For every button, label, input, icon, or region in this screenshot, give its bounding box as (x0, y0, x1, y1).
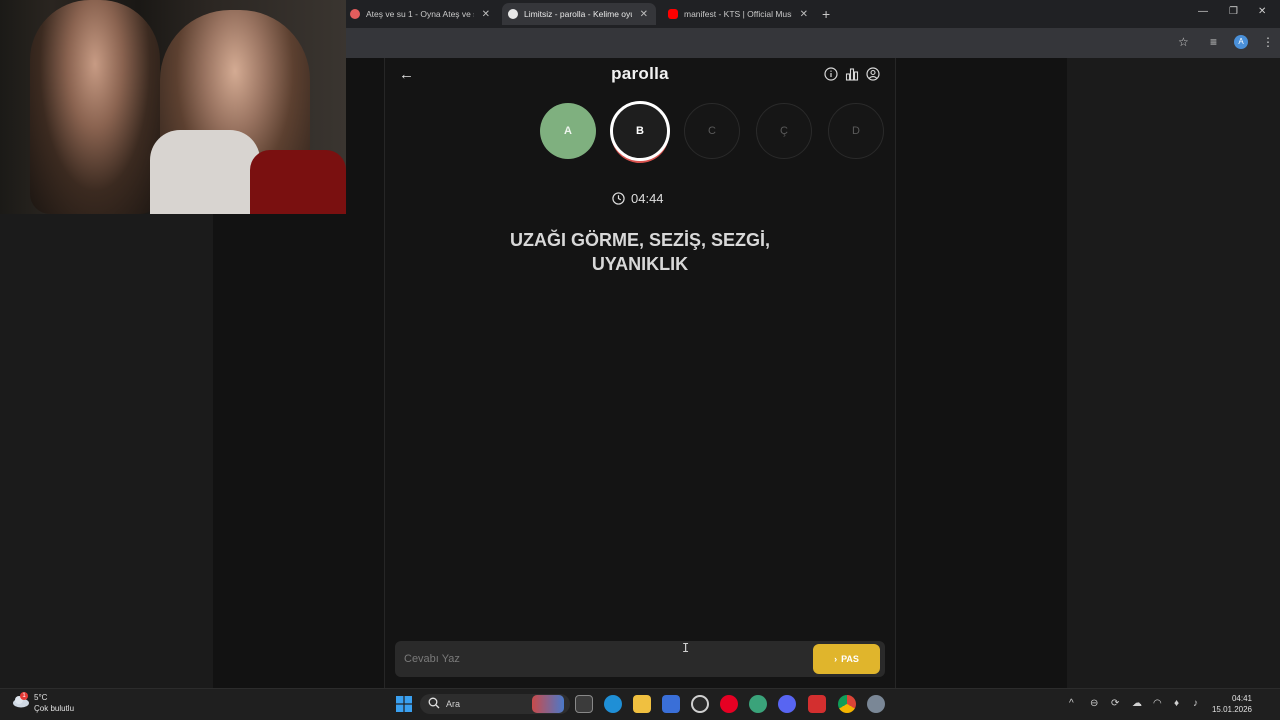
microphone-icon[interactable]: ♦ (1174, 698, 1179, 709)
wifi-icon[interactable]: ◠ (1153, 698, 1162, 709)
chrome-icon[interactable] (838, 695, 856, 713)
tab-title: manifest - KTS | Official Music V (684, 9, 792, 19)
letter-circle-c-cedilla: Ç (756, 103, 812, 159)
tab-title: Ateş ve su 1 - Oyna Ateş ve su (366, 9, 474, 19)
weather-description[interactable]: Çok bulutlu (34, 704, 74, 713)
webcam-background-object (250, 150, 346, 214)
task-view-icon[interactable] (575, 695, 593, 713)
window-close-icon[interactable]: ✕ (1258, 6, 1266, 17)
speaker-icon[interactable]: ♪ (1193, 698, 1198, 709)
search-label: Ara (446, 699, 461, 709)
file-explorer-icon[interactable] (633, 695, 651, 713)
clock-time[interactable]: 04:41 (1222, 694, 1252, 703)
tab-ates-ve-su[interactable]: Ateş ve su 1 - Oyna Ateş ve su ✕ (344, 3, 498, 25)
countdown-timer: 04:44 (612, 191, 664, 206)
page-title: parolla (611, 64, 669, 83)
clue-text: UZAĞI GÖRME, SEZİŞ, SEZGİ, UYANIKLIK (509, 230, 771, 274)
webcam-shirt (150, 130, 260, 214)
windows-start-icon[interactable] (396, 696, 412, 712)
letter-circle-c: C (684, 103, 740, 159)
search-icon (428, 697, 440, 709)
tray-overflow-icon[interactable]: ^ (1069, 698, 1074, 709)
user-account-icon[interactable] (866, 67, 880, 81)
clock-icon (612, 192, 625, 205)
search-highlight-icon (532, 695, 564, 713)
page-left-gutter (0, 214, 213, 688)
stats-icon[interactable] (845, 67, 859, 81)
store-icon[interactable] (662, 695, 680, 713)
restore-icon[interactable]: ❐ (1229, 6, 1238, 17)
webcam-person-left (30, 0, 160, 214)
profile-avatar[interactable]: A (1234, 35, 1248, 49)
weather-badge: 1 (20, 692, 28, 700)
text-cursor-icon: I (682, 641, 690, 655)
letter-circle-b: B (610, 101, 670, 161)
gaming-app-icon[interactable] (749, 695, 767, 713)
webcam-overlay (0, 0, 346, 214)
bookmark-star-icon[interactable]: ☆ (1178, 35, 1189, 49)
minimize-icon[interactable]: — (1198, 6, 1208, 17)
weather-temperature[interactable]: 5°C (34, 693, 47, 702)
youtube-icon (668, 9, 678, 19)
tab-favicon (508, 9, 518, 19)
tab-favicon (350, 9, 360, 19)
discord-icon[interactable] (778, 695, 796, 713)
close-icon[interactable]: ✕ (482, 9, 490, 20)
info-icon[interactable] (824, 67, 838, 81)
pass-button[interactable]: › PAS (813, 644, 880, 674)
chevron-right-icon: › (834, 654, 838, 664)
tray-app-icon[interactable]: ⊖ (1090, 698, 1098, 709)
settings-gear-icon[interactable] (867, 695, 885, 713)
onedrive-icon[interactable]: ☁ (1132, 698, 1142, 709)
clock-date[interactable]: 15.01.2026 (1210, 705, 1252, 714)
sync-icon[interactable]: ⟳ (1111, 698, 1119, 709)
new-tab-icon[interactable]: + (822, 6, 830, 22)
edge-icon[interactable] (604, 695, 622, 713)
pass-button-label: PAS (841, 654, 859, 664)
letter-circle-d: D (828, 103, 884, 159)
timer-value: 04:44 (631, 191, 664, 206)
tab-title: Limitsiz - parolla - Kelime oyunu (524, 9, 632, 19)
close-icon[interactable]: ✕ (800, 9, 808, 20)
back-arrow-icon[interactable]: ← (399, 66, 414, 83)
steam-icon[interactable] (691, 695, 709, 713)
pinterest-icon[interactable] (720, 695, 738, 713)
reading-list-icon[interactable]: ≡ (1210, 35, 1217, 49)
answer-input[interactable] (404, 649, 804, 669)
page-right-gutter (1067, 58, 1280, 688)
tab-parolla[interactable]: Limitsiz - parolla - Kelime oyunu ✕ (502, 3, 656, 25)
tab-manifest[interactable]: manifest - KTS | Official Music V ✕ (662, 3, 816, 25)
more-menu-icon[interactable]: ⋮ (1262, 35, 1274, 49)
close-icon[interactable]: ✕ (640, 9, 648, 20)
red-app-icon[interactable] (808, 695, 826, 713)
letter-circle-a: A (540, 103, 596, 159)
